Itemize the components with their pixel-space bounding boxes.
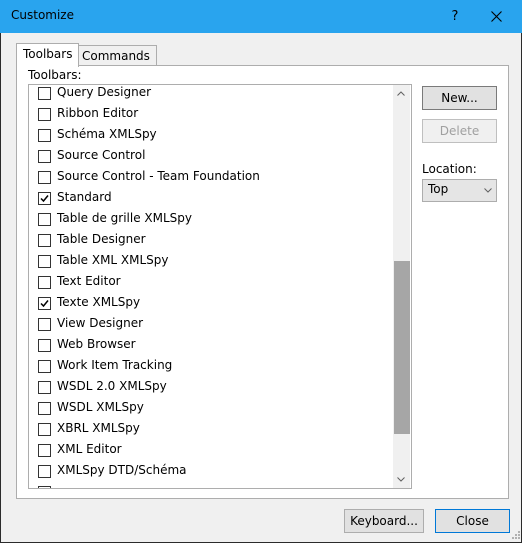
toolbar-checkbox[interactable]: [38, 129, 51, 142]
keyboard-button[interactable]: Keyboard...: [344, 509, 424, 533]
toolbar-checkbox[interactable]: [38, 444, 51, 457]
toolbar-item-label: XML Editor: [57, 442, 122, 456]
toolbar-checkbox[interactable]: [38, 339, 51, 352]
toolbar-checkbox[interactable]: [38, 402, 51, 415]
toolbar-list-item[interactable]: [29, 482, 393, 488]
toolbar-item-label: XMLSpy DTD/Schéma: [57, 463, 187, 477]
toolbar-list-item[interactable]: WSDL 2.0 XMLSpy: [29, 377, 393, 398]
help-button[interactable]: ?: [440, 0, 470, 33]
toolbar-list-item[interactable]: Text Editor: [29, 272, 393, 293]
toolbar-item-label: View Designer: [57, 316, 144, 330]
chevron-down-icon: [484, 188, 492, 193]
toolbar-list-item[interactable]: WSDL XMLSpy: [29, 398, 393, 419]
toolbar-checkbox[interactable]: [38, 234, 51, 247]
toolbar-list-item[interactable]: Table de grille XMLSpy: [29, 209, 393, 230]
window-title: Customize: [11, 8, 74, 22]
toolbar-checkbox[interactable]: [38, 297, 51, 310]
location-select[interactable]: Top: [422, 179, 497, 202]
toolbars-listbox[interactable]: Query Designer Ribbon Editor Schéma XMLSpy…: [28, 84, 412, 489]
toolbar-checkbox[interactable]: [38, 171, 51, 184]
toolbar-list-item[interactable]: Web Browser: [29, 335, 393, 356]
toolbar-item-label: Schéma XMLSpy: [57, 127, 157, 141]
tab-toolbars[interactable]: Toolbars: [16, 43, 80, 67]
toolbar-checkbox[interactable]: [38, 360, 51, 373]
new-toolbar-button[interactable]: New...: [422, 86, 497, 110]
scrollbar-thumb[interactable]: [394, 260, 410, 435]
toolbar-list-item[interactable]: View Designer: [29, 314, 393, 335]
toolbar-checkbox[interactable]: [38, 87, 51, 100]
toolbar-item-label: WSDL 2.0 XMLSpy: [57, 379, 167, 393]
toolbar-list-item[interactable]: Source Control: [29, 146, 393, 167]
toolbar-item-label: Source Control - Team Foundation: [57, 169, 260, 183]
chevron-up-icon: [397, 91, 405, 96]
toolbar-checkbox[interactable]: [38, 108, 51, 121]
customize-dialog: Customize ? Toolbars Commands Toolbars: …: [0, 0, 522, 543]
toolbar-list-item[interactable]: Ribbon Editor: [29, 104, 393, 125]
toolbar-checkbox[interactable]: [38, 213, 51, 226]
scroll-down-button[interactable]: [393, 471, 410, 488]
toolbar-checkbox[interactable]: [38, 276, 51, 289]
toolbar-checkbox[interactable]: [38, 192, 51, 205]
toolbar-item-label: WSDL XMLSpy: [57, 400, 144, 414]
toolbar-list-item[interactable]: Work Item Tracking: [29, 356, 393, 377]
toolbar-checkbox[interactable]: [38, 486, 51, 488]
checkmark-icon: [40, 195, 49, 203]
toolbar-list-item[interactable]: XMLSpy DTD/Schéma: [29, 461, 393, 482]
toolbar-checkbox[interactable]: [38, 465, 51, 478]
toolbar-item-label: Ribbon Editor: [57, 106, 139, 120]
toolbar-item-label: Table Designer: [57, 232, 146, 246]
toolbar-list-item[interactable]: Source Control - Team Foundation: [29, 167, 393, 188]
chevron-down-icon: [397, 477, 405, 482]
toolbar-list-item[interactable]: Table XML XMLSpy: [29, 251, 393, 272]
toolbar-list-item[interactable]: Query Designer: [29, 85, 393, 104]
location-label: Location:: [422, 162, 477, 176]
close-button[interactable]: Close: [435, 509, 510, 533]
vertical-scrollbar[interactable]: [393, 85, 410, 488]
checkmark-icon: [40, 300, 49, 308]
toolbar-list-item[interactable]: Texte XMLSpy: [29, 293, 393, 314]
toolbar-checkbox[interactable]: [38, 150, 51, 163]
toolbar-checkbox[interactable]: [38, 381, 51, 394]
close-window-button[interactable]: [482, 0, 512, 33]
toolbar-item-label: Query Designer: [57, 85, 152, 99]
location-value: Top: [428, 182, 449, 196]
toolbar-checkbox[interactable]: [38, 423, 51, 436]
toolbar-item-label: Texte XMLSpy: [57, 295, 141, 309]
toolbar-item-label: Standard: [57, 190, 112, 204]
toolbar-item-label: Text Editor: [57, 274, 121, 288]
toolbar-list-item[interactable]: XBRL XMLSpy: [29, 419, 393, 440]
scroll-up-button[interactable]: [393, 85, 410, 102]
toolbar-item-label: Web Browser: [57, 337, 136, 351]
toolbar-item-label: Table de grille XMLSpy: [57, 211, 193, 225]
resize-grip-icon[interactable]: [509, 530, 521, 542]
close-icon: [491, 11, 502, 22]
title-bar[interactable]: Customize ?: [0, 0, 522, 33]
toolbar-checkbox[interactable]: [38, 255, 51, 268]
toolbar-list-item[interactable]: Schéma XMLSpy: [29, 125, 393, 146]
toolbar-list-item[interactable]: Table Designer: [29, 230, 393, 251]
tab-commands[interactable]: Commands: [75, 45, 157, 67]
toolbar-list-item[interactable]: XML Editor: [29, 440, 393, 461]
toolbar-item-label: Table XML XMLSpy: [57, 253, 169, 267]
toolbar-item-label: Work Item Tracking: [57, 358, 173, 372]
toolbar-item-label: XBRL XMLSpy: [57, 421, 140, 435]
toolbar-checkbox[interactable]: [38, 318, 51, 331]
toolbars-list-label: Toolbars:: [28, 68, 82, 82]
delete-toolbar-button[interactable]: Delete: [422, 119, 497, 143]
toolbar-list-item[interactable]: Standard: [29, 188, 393, 209]
toolbar-item-label: Source Control: [57, 148, 146, 162]
